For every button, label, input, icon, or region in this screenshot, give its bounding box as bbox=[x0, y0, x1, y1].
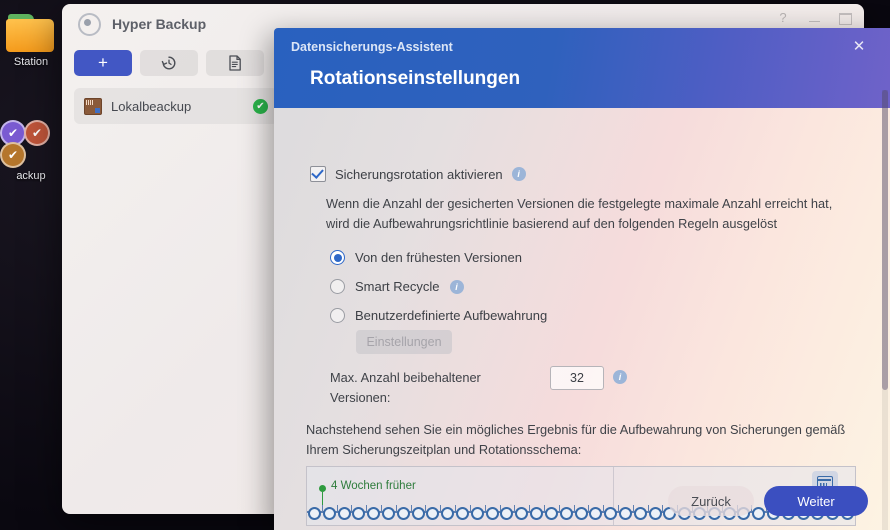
enable-rotation-row[interactable]: Sicherungsrotation aktivieren i bbox=[310, 166, 526, 182]
document-icon bbox=[229, 55, 241, 71]
desktop-icon-label: Station bbox=[13, 56, 49, 68]
settings-button[interactable]: Einstellungen bbox=[356, 330, 452, 354]
plus-icon: + bbox=[98, 53, 108, 72]
minimize-button[interactable] bbox=[807, 14, 821, 22]
log-button[interactable] bbox=[206, 50, 264, 76]
desktop-icon-station[interactable]: Station bbox=[0, 14, 62, 68]
max-versions-input[interactable]: 32 bbox=[550, 366, 604, 390]
backup-task-name: Lokalbeackup bbox=[111, 98, 192, 114]
radio-label: Smart Recycle bbox=[355, 279, 440, 294]
radio-option-earliest[interactable]: Von den frühesten Versionen bbox=[330, 250, 522, 265]
help-button[interactable]: ? bbox=[776, 10, 790, 25]
dialog-body: Sicherungsrotation aktivieren i Wenn die… bbox=[274, 108, 890, 526]
backup-badge-icon: ✔ ✔ ✔ bbox=[0, 120, 58, 168]
maximize-button[interactable] bbox=[838, 10, 852, 25]
info-icon[interactable]: i bbox=[449, 279, 464, 294]
dialog-footer: Zurück Weiter bbox=[274, 474, 890, 530]
list-item[interactable]: Lokalbeackup ✔ bbox=[74, 88, 278, 124]
dialog-subtitle: Datensicherungs-Assistent bbox=[291, 40, 453, 54]
dialog-header: Datensicherungs-Assistent Rotationseinst… bbox=[274, 28, 890, 108]
next-button[interactable]: Weiter bbox=[764, 486, 868, 516]
radio-option-custom-retention[interactable]: Benutzerdefinierte Aufbewahrung bbox=[330, 308, 547, 323]
info-icon[interactable]: i bbox=[511, 167, 526, 181]
window-controls: ? bbox=[776, 10, 852, 25]
window-title: Hyper Backup bbox=[112, 16, 207, 32]
folder-icon bbox=[6, 14, 56, 54]
add-backup-button[interactable]: + bbox=[74, 50, 132, 76]
desktop-icon-label: ackup bbox=[16, 170, 46, 182]
close-icon[interactable]: ✕ bbox=[850, 38, 868, 56]
hyper-backup-app-icon bbox=[78, 12, 101, 36]
radio-button[interactable] bbox=[330, 308, 345, 323]
nas-icon bbox=[84, 97, 102, 115]
radio-option-smart-recycle[interactable]: Smart Recycle i bbox=[330, 279, 464, 294]
enable-rotation-label: Sicherungsrotation aktivieren bbox=[335, 166, 503, 182]
desktop-icon-strip: Station ✔ ✔ ✔ ackup bbox=[0, 0, 62, 530]
max-versions-label: Max. Anzahl beibehaltener Versionen: bbox=[330, 370, 481, 405]
status-badge: ✔ bbox=[253, 98, 268, 114]
timeline-description: Nachstehend sehen Sie ein mögliches Erge… bbox=[306, 422, 846, 457]
rotation-description: Wenn die Anzahl der gesicherten Versione… bbox=[326, 196, 833, 231]
enable-rotation-checkbox[interactable] bbox=[310, 166, 326, 182]
radio-label: Von den frühesten Versionen bbox=[355, 250, 522, 265]
radio-label: Benutzerdefinierte Aufbewahrung bbox=[355, 308, 548, 323]
info-icon[interactable]: i bbox=[613, 370, 627, 384]
page-title: Rotationseinstellungen bbox=[310, 68, 521, 89]
backup-wizard-dialog: Datensicherungs-Assistent Rotationseinst… bbox=[274, 28, 890, 530]
radio-button[interactable] bbox=[330, 279, 345, 294]
radio-button[interactable] bbox=[330, 250, 345, 265]
restore-button[interactable] bbox=[140, 50, 198, 76]
desktop-icon-backup[interactable]: ✔ ✔ ✔ ackup bbox=[0, 120, 62, 182]
back-button[interactable]: Zurück bbox=[668, 486, 754, 516]
history-icon bbox=[161, 56, 176, 70]
